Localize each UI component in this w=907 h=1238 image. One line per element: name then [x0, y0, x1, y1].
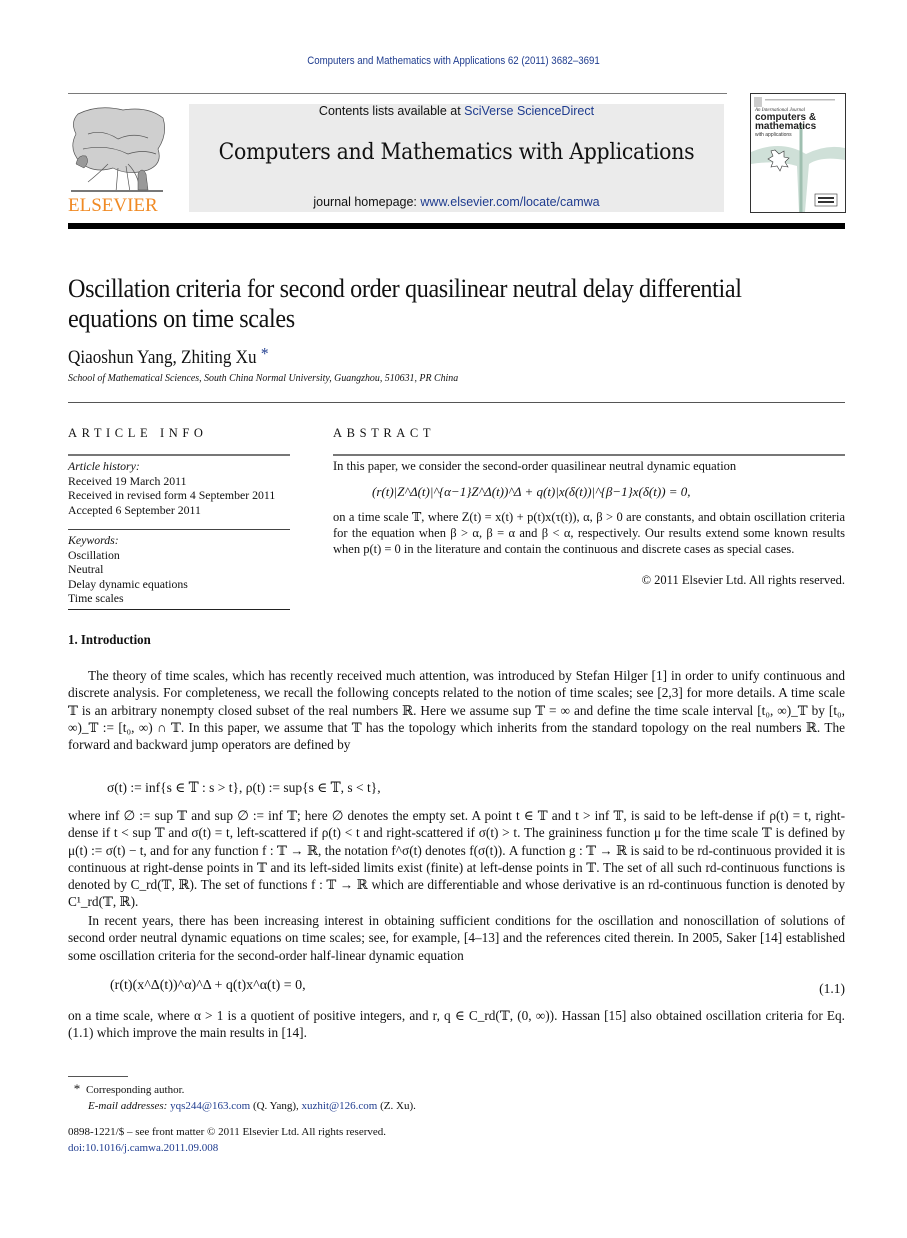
cover-with-applications: with applications [755, 132, 792, 138]
article-info-rule [68, 454, 290, 456]
history-rule [68, 529, 290, 530]
abstract-heading: ABSTRACT [333, 426, 436, 440]
header-rule [68, 93, 727, 94]
abstract-body: on a time scale 𝕋, where Z(t) = x(t) + p… [333, 510, 845, 556]
title-rule [68, 402, 845, 403]
homepage-link[interactable]: www.elsevier.com/locate/camwa [420, 195, 599, 209]
contents-line: Contents lists available at SciVerse Sci… [189, 104, 724, 118]
intro-paragraph-3: In recent years, there has been increasi… [68, 913, 845, 963]
footnote-rule [68, 1076, 128, 1077]
keywords-label: Keywords: [68, 533, 119, 547]
equation-1-1: (r(t)(x^Δ(t))^α)^Δ + q(t)x^α(t) = 0, [110, 978, 306, 993]
doi-link[interactable]: doi:10.1016/j.camwa.2011.09.008 [68, 1142, 218, 1154]
cover-title: computers & mathematics [755, 113, 817, 132]
email-label: E-mail addresses: [88, 1100, 168, 1112]
keyword: Neutral [68, 562, 104, 576]
corresponding-text: Corresponding author. [86, 1084, 185, 1096]
authors: Qiaoshun Yang, Zhiting Xu * [68, 344, 269, 369]
issn-line: 0898-1221/$ – see front matter © 2011 El… [68, 1126, 387, 1138]
abstract-rule [333, 454, 845, 456]
footnotes: * Corresponding author. E-mail addresses:… [68, 1081, 416, 1114]
sciencedirect-link[interactable]: SciVerse ScienceDirect [464, 104, 594, 118]
jump-operators-equation: σ(t) := inf{s ∈ 𝕋 : s > t}, ρ(t) := sup{… [107, 780, 381, 795]
abstract-equation: (r(t)|Z^Δ(t)|^{α−1}Z^Δ(t))^Δ + q(t)|x(δ(… [372, 484, 691, 499]
journal-title: Computers and Mathematics with Applicati… [218, 140, 695, 165]
intro-paragraph-1: The theory of time scales, which has rec… [68, 668, 845, 753]
history-received: Received 19 March 2011 [68, 473, 187, 488]
homepage-prefix: journal homepage: [313, 195, 421, 209]
abstract-intro: In this paper, we consider the second-or… [333, 459, 737, 473]
corresponding-author-link[interactable]: * [261, 344, 269, 363]
email-owner-xu: (Z. Xu). [380, 1100, 416, 1112]
article-history: Article history: Received 19 March 2011 … [68, 459, 275, 517]
history-label: Article history: [68, 459, 140, 473]
keyword: Delay dynamic equations [68, 576, 188, 591]
keyword: Oscillation [68, 547, 120, 562]
running-header[interactable]: Computers and Mathematics with Applicati… [54, 55, 852, 67]
article-title: Oscillation criteria for second order qu… [68, 274, 742, 333]
footnote-mark: * [73, 1081, 81, 1096]
history-accepted: Accepted 6 September 2011 [68, 502, 201, 517]
email-link-xu[interactable]: xuzhit@126.com [302, 1100, 378, 1112]
homepage-line: journal homepage: www.elsevier.com/locat… [189, 195, 724, 209]
elsevier-wordmark: ELSEVIER [68, 195, 158, 216]
keyword: Time scales [68, 591, 124, 605]
contents-prefix: Contents lists available at [318, 104, 465, 118]
author-names: Qiaoshun Yang, Zhiting Xu [68, 347, 257, 368]
email-footnote: E-mail addresses: yqs244@163.com (Q. Yan… [68, 1098, 416, 1114]
abstract-copyright: © 2011 Elsevier Ltd. All rights reserved… [641, 573, 845, 587]
article-info-heading: ARTICLE INFO [68, 426, 208, 440]
keywords-rule [68, 609, 290, 610]
affiliation: School of Mathematical Sciences, South C… [68, 372, 459, 384]
journal-banner: Contents lists available at SciVerse Sci… [189, 104, 724, 212]
history-revised: Received in revised form 4 September 201… [68, 488, 276, 502]
issn-block: 0898-1221/$ – see front matter © 2011 El… [68, 1124, 386, 1156]
section-heading-introduction: 1. Introduction [68, 633, 151, 648]
email-link-yang[interactable]: yqs244@163.com [170, 1100, 250, 1112]
corresponding-footnote: * Corresponding author. [68, 1081, 416, 1098]
equation-number: (1.1) [819, 981, 845, 996]
banner-thick-rule [68, 223, 845, 229]
cover-title-line2: mathematics [755, 121, 817, 132]
intro-paragraph-2: where inf ∅ := sup 𝕋 and sup ∅ := inf 𝕋;… [68, 808, 845, 910]
journal-cover[interactable]: An International Journal computers & mat… [750, 93, 846, 213]
intro-paragraph-4: on a time scale, where α > 1 is a quotie… [68, 1008, 845, 1041]
email-owner-yang: (Q. Yang), [252, 1100, 299, 1112]
keywords: Keywords: Oscillation Neutral Delay dyna… [68, 533, 188, 606]
